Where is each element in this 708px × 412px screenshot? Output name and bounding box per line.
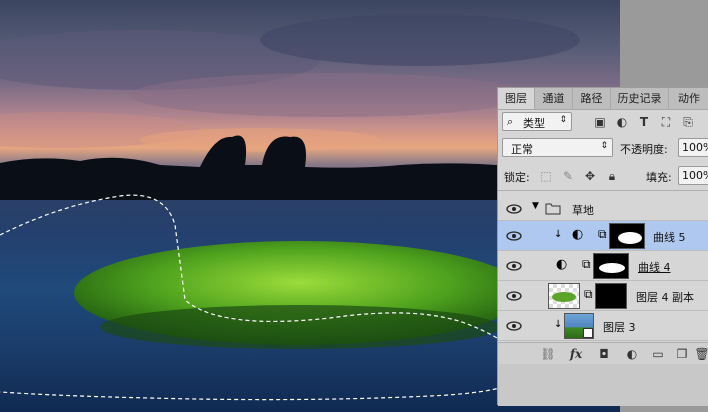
fill-label: 填充: xyxy=(646,171,672,184)
layer-name: 曲线 4 xyxy=(638,261,671,274)
search-icon: ⌕ xyxy=(507,115,514,128)
link-icon[interactable]: ⛓︎ xyxy=(540,346,556,362)
mask-icon[interactable]: ◘ xyxy=(596,346,612,362)
tab-history[interactable]: 历史记录 xyxy=(611,88,669,109)
folder-icon[interactable]: ▭ xyxy=(650,346,666,362)
layer-thumbnail[interactable] xyxy=(564,313,594,339)
layer-curves-5[interactable]: ↓ ◐ ⧉ 曲线 5 xyxy=(498,221,708,251)
link-icon[interactable]: ⧉ xyxy=(582,257,591,272)
smart-object-filter-icon[interactable]: ⎘ xyxy=(680,114,696,130)
layers-panel: 图层 通道 路径 历史记录 动作 ⌕ 类型 ⇕ ▣ ◐ T ⛶ ⎘ 正常 ⇕ 不… xyxy=(497,87,708,406)
eye-icon[interactable] xyxy=(506,258,522,274)
blend-mode-value: 正常 xyxy=(511,143,533,156)
layer-3[interactable]: ↓ 图层 3 xyxy=(498,311,708,341)
clipping-arrow-icon: ↓ xyxy=(554,229,563,240)
clipping-arrow-icon: ↓ xyxy=(554,319,563,330)
layer-group-grass[interactable]: ▼ 草地 xyxy=(498,196,708,221)
chevron-icon: ⇕ xyxy=(559,115,567,125)
layer-mask-thumbnail[interactable] xyxy=(593,253,629,279)
filter-kind-select[interactable]: ⌕ 类型 ⇕ xyxy=(502,112,572,131)
layer-name: 图层 4 副本 xyxy=(636,291,694,304)
lock-all-icon[interactable]: 🔒︎ xyxy=(604,168,620,184)
opacity-label: 不透明度: xyxy=(620,143,668,156)
layer-name: 图层 3 xyxy=(603,321,636,334)
layer-mask-thumbnail[interactable] xyxy=(609,223,645,249)
fx-icon[interactable]: fx xyxy=(568,346,584,362)
blend-row: 正常 ⇕ 不透明度: 100% xyxy=(498,135,708,160)
link-icon[interactable]: ⧉ xyxy=(598,227,607,242)
eye-icon[interactable] xyxy=(506,318,522,334)
panel-tabs: 图层 通道 路径 历史记录 动作 xyxy=(498,88,708,110)
new-layer-icon[interactable]: ❐ xyxy=(674,346,690,362)
smart-object-badge-icon xyxy=(583,328,593,338)
lock-paint-icon[interactable]: ✎ xyxy=(560,168,576,184)
layer-name: 曲线 5 xyxy=(653,231,686,244)
fill-value: 100% xyxy=(682,169,708,182)
pixel-filter-icon[interactable]: ▣ xyxy=(592,114,608,130)
link-icon[interactable]: ⧉ xyxy=(584,287,593,302)
type-filter-icon[interactable]: T xyxy=(636,114,652,130)
chevron-icon: ⇕ xyxy=(600,141,608,151)
adjustment-filter-icon[interactable]: ◐ xyxy=(614,114,630,130)
eye-icon[interactable] xyxy=(506,228,522,244)
eye-icon[interactable] xyxy=(506,288,522,304)
tab-layers[interactable]: 图层 xyxy=(498,88,535,109)
adjustment-icon[interactable]: ◐ xyxy=(624,346,640,362)
filter-kind-label: 类型 xyxy=(523,117,545,130)
fill-input[interactable]: 100% xyxy=(678,166,708,185)
opacity-input[interactable]: 100% xyxy=(678,138,708,157)
adjustment-layer-icon: ◐ xyxy=(556,257,568,272)
lock-transparent-icon[interactable]: ⬚ xyxy=(538,168,554,184)
folder-icon xyxy=(545,203,561,215)
shape-filter-icon[interactable]: ⛶ xyxy=(658,114,674,130)
layer-name: 草地 xyxy=(572,204,594,217)
tab-channels[interactable]: 通道 xyxy=(535,88,573,109)
tab-actions[interactable]: 动作 xyxy=(669,88,708,109)
layer-4-copy[interactable]: ⧉ 图层 4 副本 xyxy=(498,281,708,311)
blend-mode-select[interactable]: 正常 ⇕ xyxy=(502,138,613,157)
eye-icon[interactable] xyxy=(506,201,522,217)
layer-mask-thumbnail[interactable] xyxy=(595,283,627,309)
tab-paths[interactable]: 路径 xyxy=(573,88,611,109)
opacity-value: 100% xyxy=(682,141,708,154)
adjustment-layer-icon: ◐ xyxy=(572,227,584,242)
expand-arrow-icon[interactable]: ▼ xyxy=(532,201,539,211)
lock-label: 锁定: xyxy=(504,171,530,184)
layer-curves-4[interactable]: ◐ ⧉ 曲线 4 xyxy=(498,251,708,281)
layer-thumbnail[interactable] xyxy=(548,283,580,309)
lock-position-icon[interactable]: ✥ xyxy=(582,168,598,184)
filter-row: ⌕ 类型 ⇕ ▣ ◐ T ⛶ ⎘ xyxy=(498,110,708,135)
panel-empty-area xyxy=(498,364,708,406)
lock-row: 锁定: ⬚ ✎ ✥ 🔒︎ 填充: 100% xyxy=(498,163,708,191)
panel-footer: ⛓︎ fx ◘ ◐ ▭ ❐ 🗑︎ xyxy=(498,342,708,365)
trash-icon[interactable]: 🗑︎ xyxy=(694,346,708,362)
